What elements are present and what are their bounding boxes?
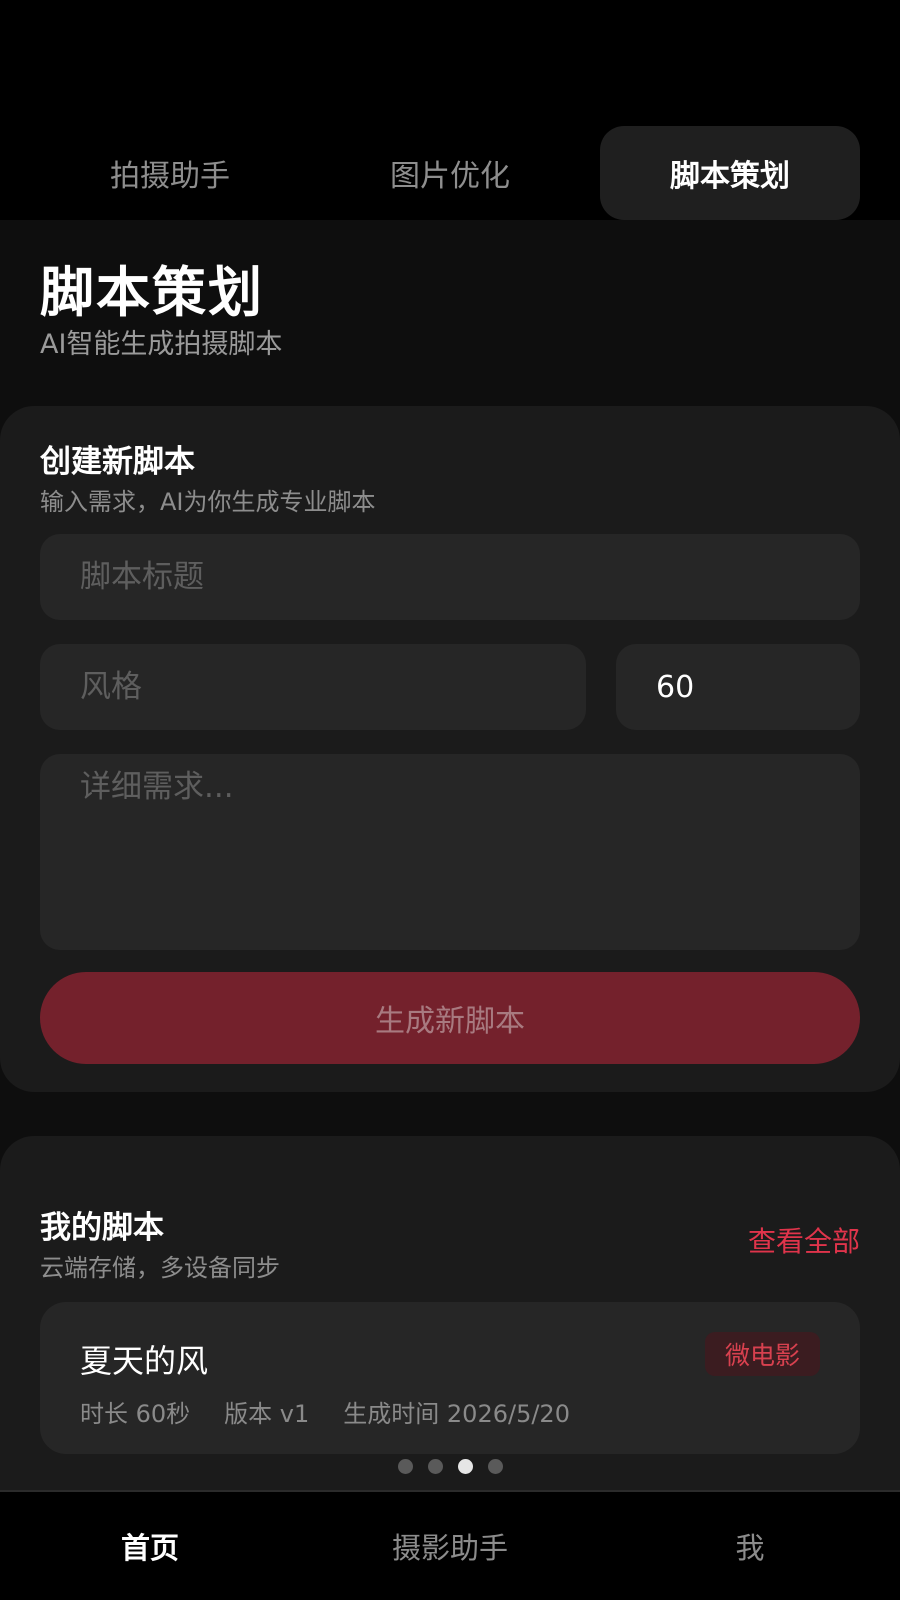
view-all-link[interactable]: 查看全部 (748, 1220, 860, 1260)
my-scripts-title: 我的脚本 (40, 1210, 164, 1246)
create-card-title: 创建新脚本 (40, 444, 195, 480)
script-created-time: 生成时间 2026/5/20 (343, 1400, 570, 1428)
script-title-input[interactable] (40, 534, 860, 620)
generate-script-button[interactable]: 生成新脚本 (40, 972, 860, 1064)
page-dot[interactable] (487, 1459, 503, 1474)
my-scripts-card: 我的脚本 云端存储，多设备同步 查看全部 夏天的风 微电影 时长 60秒 版本 … (0, 1136, 900, 1490)
page-indicator (0, 1459, 900, 1475)
bottom-nav-bar: 首页 摄影助手 我 (0, 1490, 900, 1600)
tab-shooting-assistant[interactable]: 拍摄助手 (30, 126, 310, 220)
style-input[interactable] (40, 644, 586, 730)
tab-script-planning[interactable]: 脚本策划 (600, 126, 860, 220)
tab-image-optimize[interactable]: 图片优化 (310, 126, 590, 220)
script-meta: 时长 60秒 版本 v1 生成时间 2026/5/20 (80, 1394, 570, 1429)
page-dot-active[interactable] (457, 1459, 473, 1474)
page-dot[interactable] (397, 1459, 413, 1474)
top-tab-bar: 拍摄助手 图片优化 脚本策划 (0, 126, 900, 220)
nav-photo-assistant[interactable]: 摄影助手 (300, 1492, 600, 1600)
duration-input[interactable] (616, 644, 860, 730)
app-screen: 拍摄助手 图片优化 脚本策划 脚本策划 AI智能生成拍摄脚本 创建新脚本 输入需… (0, 0, 900, 1600)
script-type-badge: 微电影 (704, 1332, 820, 1376)
page-subtitle: AI智能生成拍摄脚本 (40, 329, 283, 360)
script-duration: 时长 60秒 (80, 1400, 191, 1428)
detail-requirements-input[interactable] (40, 754, 860, 950)
nav-home[interactable]: 首页 (0, 1492, 300, 1600)
create-script-card: 创建新脚本 输入需求，AI为你生成专业脚本 生成新脚本 (0, 406, 900, 1092)
script-version: 版本 v1 (224, 1400, 310, 1428)
script-name: 夏天的风 (80, 1342, 209, 1380)
nav-me[interactable]: 我 (600, 1492, 900, 1600)
main-content[interactable]: 脚本策划 AI智能生成拍摄脚本 创建新脚本 输入需求，AI为你生成专业脚本 生成… (0, 220, 900, 1490)
page-title: 脚本策划 (40, 261, 264, 324)
create-card-subtitle: 输入需求，AI为你生成专业脚本 (40, 488, 376, 516)
my-scripts-subtitle: 云端存储，多设备同步 (40, 1254, 280, 1282)
script-list-item[interactable]: 夏天的风 微电影 时长 60秒 版本 v1 生成时间 2026/5/20 (40, 1302, 860, 1454)
page-dot[interactable] (427, 1459, 443, 1474)
